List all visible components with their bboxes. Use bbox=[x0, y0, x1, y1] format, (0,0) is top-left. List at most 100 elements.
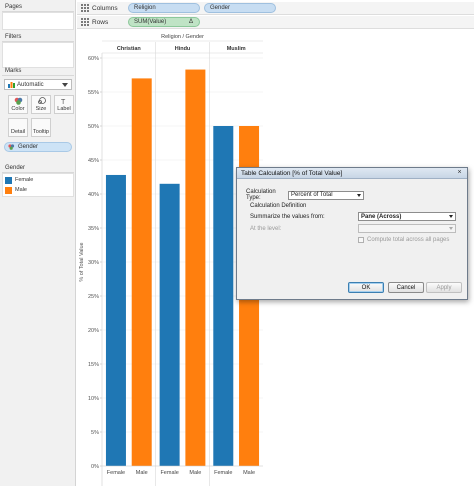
color-field-pill[interactable]: Gender bbox=[4, 142, 72, 152]
ok-button[interactable]: OK bbox=[348, 282, 384, 293]
bar-female-muslim bbox=[213, 126, 234, 466]
tooltip-button-label: Tooltip bbox=[33, 129, 49, 135]
columns-shelf: Columns Religion Gender bbox=[77, 2, 474, 15]
legend-label: Female bbox=[15, 177, 34, 183]
columns-icon bbox=[81, 4, 89, 12]
svg-text:T: T bbox=[61, 99, 66, 105]
color-field-label: Gender bbox=[18, 144, 39, 150]
label-icon: T bbox=[61, 99, 66, 105]
chevron-down-icon bbox=[449, 215, 453, 218]
label-button[interactable]: T Label bbox=[54, 95, 74, 114]
x-tick-label: Male bbox=[189, 470, 201, 476]
summarize-select[interactable]: Pane (Across) bbox=[358, 212, 456, 221]
y-tick-label: 50% bbox=[88, 124, 99, 130]
chevron-down-icon bbox=[62, 83, 68, 87]
chevron-down-icon bbox=[357, 193, 361, 197]
bar-male-christian bbox=[131, 78, 152, 467]
y-tick-label: 15% bbox=[88, 362, 99, 368]
color-button[interactable]: Color bbox=[8, 95, 28, 114]
marks-type-value: Automatic bbox=[17, 81, 44, 88]
legend-item[interactable]: Male bbox=[5, 185, 71, 195]
table-calculation-dialog: Table Calculation [% of Total Value] × C… bbox=[236, 167, 468, 300]
y-tick-label: 30% bbox=[88, 260, 99, 266]
summarize-row: Summarize the values from: Pane (Across) bbox=[250, 212, 456, 221]
y-tick-label: 40% bbox=[88, 192, 99, 198]
pane-header: Hindu bbox=[175, 46, 191, 52]
rows-icon bbox=[81, 18, 89, 26]
close-icon[interactable]: × bbox=[455, 169, 464, 177]
legend-title: Gender bbox=[2, 163, 74, 173]
marks-type-dropdown[interactable]: Automatic bbox=[4, 79, 72, 90]
legend-label: Male bbox=[15, 187, 27, 193]
x-tick-label: Female bbox=[107, 470, 125, 476]
pages-card: Pages bbox=[2, 2, 74, 30]
y-tick-label: 35% bbox=[88, 226, 99, 232]
definition-heading: Calculation Definition bbox=[250, 203, 306, 209]
legend-item[interactable]: Female bbox=[5, 175, 71, 185]
size-icon bbox=[37, 97, 46, 104]
y-tick-label: 20% bbox=[88, 328, 99, 334]
y-tick-label: 0% bbox=[91, 464, 99, 470]
pages-title: Pages bbox=[2, 2, 74, 12]
y-axis-label: % of Total Value bbox=[79, 242, 85, 281]
y-tick-label: 25% bbox=[88, 294, 99, 300]
y-tick-label: 60% bbox=[88, 56, 99, 62]
left-panel: Pages Filters Marks Automatic Color Size… bbox=[0, 0, 76, 486]
cancel-button[interactable]: Cancel bbox=[388, 282, 424, 293]
color-field-icon bbox=[8, 144, 15, 150]
size-button[interactable]: Size bbox=[31, 95, 51, 114]
calc-type-row: Calculation Type: Percent of Total bbox=[246, 189, 364, 201]
calc-type-value: Percent of Total bbox=[291, 192, 333, 198]
filters-drop-area[interactable] bbox=[2, 42, 74, 68]
x-tick-label: Female bbox=[160, 470, 178, 476]
dialog-title: Table Calculation [% of Total Value] bbox=[241, 170, 343, 177]
rows-shelf: Rows SUM(Value) Δ bbox=[77, 16, 474, 29]
detail-button[interactable]: Detail bbox=[8, 118, 28, 137]
filters-card: Filters bbox=[2, 32, 74, 68]
color-button-label: Color bbox=[11, 106, 25, 112]
level-row: At the level: bbox=[250, 224, 456, 233]
religion-pill[interactable]: Religion bbox=[128, 3, 200, 13]
bar-female-christian bbox=[105, 174, 126, 466]
x-tick-label: Male bbox=[136, 470, 148, 476]
dialog-title-bar: Table Calculation [% of Total Value] × bbox=[237, 168, 467, 179]
label-button-label: Label bbox=[57, 106, 71, 112]
y-tick-label: 45% bbox=[88, 158, 99, 164]
marks-card: Marks Automatic Color Size T Label Detai… bbox=[2, 66, 74, 155]
summarize-label: Summarize the values from: bbox=[250, 213, 325, 220]
legend-body: Female Male bbox=[2, 173, 74, 197]
size-button-label: Size bbox=[35, 106, 47, 112]
table-calc-delta-icon: Δ bbox=[188, 19, 193, 25]
marks-type-icon bbox=[8, 81, 15, 88]
sum-value-label: SUM(Value) bbox=[134, 19, 167, 25]
filters-title: Filters bbox=[2, 32, 74, 42]
x-tick-label: Female bbox=[214, 470, 232, 476]
calc-type-label: Calculation Type: bbox=[246, 189, 276, 201]
gender-column-pill[interactable]: Gender bbox=[204, 3, 276, 13]
pane-header: Muslim bbox=[227, 46, 246, 52]
definition-label: Calculation Definition bbox=[250, 203, 307, 209]
compute-checkbox[interactable] bbox=[358, 237, 364, 243]
marks-title: Marks bbox=[2, 66, 74, 76]
y-tick-label: 10% bbox=[88, 396, 99, 402]
color-icon bbox=[14, 97, 22, 105]
y-tick-label: 55% bbox=[88, 90, 99, 96]
y-tick-label: 5% bbox=[91, 430, 99, 436]
compute-row: Compute total across all pages bbox=[358, 237, 449, 243]
detail-button-label: Detail bbox=[10, 129, 26, 135]
level-select[interactable] bbox=[358, 224, 456, 233]
apply-button[interactable]: Apply bbox=[426, 282, 462, 293]
rows-label: Rows bbox=[92, 18, 109, 26]
tooltip-button[interactable]: Tooltip bbox=[31, 118, 51, 137]
legend-swatch bbox=[5, 176, 12, 184]
bar-male-hindu bbox=[185, 69, 206, 466]
chevron-down-icon bbox=[449, 227, 453, 230]
summarize-value: Pane (Across) bbox=[361, 213, 402, 220]
chart-header: Religion / Gender bbox=[161, 34, 204, 40]
legend-swatch bbox=[5, 186, 12, 194]
pages-drop-area[interactable] bbox=[2, 12, 74, 30]
calc-type-select[interactable]: Percent of Total bbox=[288, 190, 364, 200]
pane-header: Christian bbox=[117, 46, 141, 52]
sum-value-pill[interactable]: SUM(Value) Δ bbox=[128, 17, 200, 27]
x-tick-label: Male bbox=[243, 470, 255, 476]
